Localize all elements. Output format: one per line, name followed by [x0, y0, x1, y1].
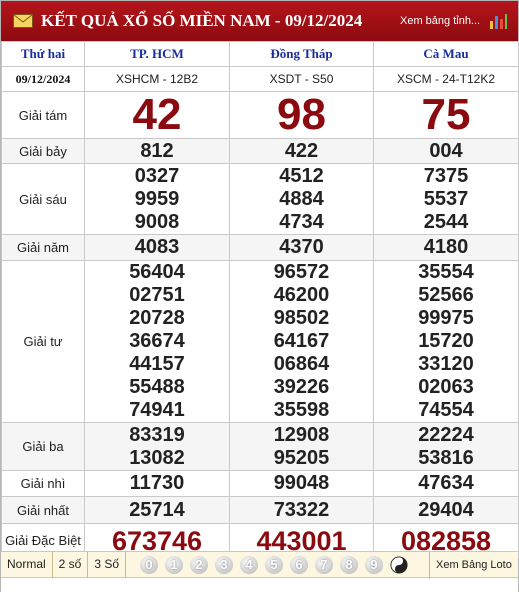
prize-4-value: 55488 — [129, 376, 185, 398]
prize-4-value: 64167 — [273, 330, 330, 352]
prize-7-value: 422 — [284, 139, 319, 162]
prize-4-value: 06864 — [273, 353, 330, 375]
prize-3-value: 12908 — [273, 423, 330, 446]
digit-button[interactable]: 4 — [240, 555, 259, 574]
digit-button[interactable]: 8 — [340, 555, 359, 574]
prize-6-value: 4884 — [279, 187, 324, 210]
prize-3-value: 22224 — [418, 423, 474, 446]
prize-4-value: 36674 — [129, 330, 185, 352]
prize-6-value: 0327 — [134, 164, 180, 187]
prize-1-value: 29404 — [418, 498, 474, 521]
page-title: KẾT QUẢ XỔ SỐ MIỀN NAM - 09/12/2024 — [41, 11, 363, 30]
prize-4-value: 39226 — [273, 376, 330, 398]
province-dong-thap[interactable]: Đồng Tháp — [229, 41, 374, 67]
digit-button[interactable]: 3 — [215, 555, 234, 574]
tab-2-digits[interactable]: 2 số — [53, 551, 89, 578]
prize-label: Giải sáu — [1, 163, 85, 235]
panel-header: KẾT QUẢ XỔ SỐ MIỀN NAM - 09/12/2024 Xem … — [1, 1, 518, 41]
prize-6-value: 9959 — [134, 187, 180, 210]
prize-8-value: 42 — [132, 90, 182, 139]
prize-4-value: 02063 — [418, 376, 474, 398]
display-options-bar: Normal 2 số 3 Số 0 1 2 3 4 5 6 7 8 9 Xem… — [1, 551, 518, 579]
prize-label: Giải bảy — [1, 138, 85, 164]
results-panel: KẾT QUẢ XỔ SỐ MIỀN NAM - 09/12/2024 Xem … — [0, 0, 519, 592]
mail-icon — [13, 14, 33, 28]
province-hcm[interactable]: TP. HCM — [84, 41, 230, 67]
prize-4-value: 74941 — [129, 399, 185, 421]
province-ca-mau[interactable]: Cà Mau — [373, 41, 519, 67]
prize-4-value: 44157 — [129, 353, 185, 375]
digit-button[interactable]: 5 — [265, 555, 284, 574]
prize-4-value: 52566 — [418, 284, 474, 306]
prize-4-value: 46200 — [273, 284, 330, 306]
digit-filter: 0 1 2 3 4 5 6 7 8 9 — [126, 555, 408, 574]
digit-button[interactable]: 6 — [290, 555, 309, 574]
prize-6-value: 5537 — [423, 187, 469, 210]
prize-4-value: 35554 — [418, 261, 474, 283]
prize-8-value: 98 — [277, 90, 326, 139]
digit-button[interactable]: 9 — [365, 555, 384, 574]
tab-normal[interactable]: Normal — [1, 551, 53, 578]
prize-4-value: 15720 — [418, 330, 474, 352]
prize-6-value: 4512 — [279, 164, 324, 187]
prize-label: Giải nhì — [1, 470, 85, 497]
prize-label: Giải tư — [1, 260, 85, 423]
draw-code: XSHCM - 12B2 — [84, 66, 230, 92]
prize-2-value: 99048 — [273, 472, 330, 494]
view-province-table-link[interactable]: Xem bảng tỉnh... — [400, 15, 480, 27]
prize-7-value: 004 — [429, 139, 463, 162]
results-table: Thứ hai TP. HCM Đồng Tháp Cà Mau 09/12/2… — [1, 41, 519, 558]
draw-code: XSDT - S50 — [229, 66, 374, 92]
prize-6-value: 7375 — [423, 164, 469, 187]
prize-3-value: 53816 — [418, 446, 474, 469]
prize-4-value: 02751 — [129, 284, 185, 306]
prize-6-value: 2544 — [423, 210, 469, 233]
draw-code: XSCM - 24-T12K2 — [373, 66, 519, 92]
digit-button[interactable]: 7 — [315, 555, 334, 574]
prize-3-value: 83319 — [129, 423, 185, 446]
prize-4-value: 35598 — [273, 399, 330, 421]
prize-label: Giải nhất — [1, 496, 85, 524]
prize-1-value: 73322 — [273, 498, 330, 521]
prize-label: Giải năm — [1, 234, 85, 261]
bottom-spacer — [1, 579, 518, 592]
prize-5-value: 4180 — [423, 236, 469, 258]
prize-8-value: 75 — [421, 90, 471, 139]
prize-label: Giải ba — [1, 422, 85, 471]
prize-6-value: 4734 — [279, 210, 324, 233]
view-loto-table-link[interactable]: Xem Bảng Loto — [429, 552, 512, 579]
prize-label: Giải tám — [1, 91, 85, 139]
prize-4-value: 98502 — [273, 307, 330, 329]
draw-date: 09/12/2024 — [1, 66, 85, 92]
bar-chart-icon[interactable] — [488, 12, 508, 30]
prize-4-value: 99975 — [418, 307, 474, 329]
prize-4-value: 96572 — [273, 261, 330, 283]
prize-4-value: 74554 — [418, 399, 474, 421]
tab-3-digits[interactable]: 3 Số — [88, 551, 127, 578]
prize-4-value: 56404 — [129, 261, 185, 283]
prize-4-value: 20728 — [129, 307, 185, 329]
prize-7-value: 812 — [140, 139, 174, 162]
prize-3-value: 95205 — [273, 446, 330, 469]
digit-button[interactable]: 2 — [190, 555, 209, 574]
digit-button[interactable]: 1 — [165, 555, 184, 574]
prize-2-value: 11730 — [129, 472, 185, 494]
digit-button[interactable]: 0 — [140, 555, 159, 574]
day-label: Thứ hai — [1, 41, 85, 67]
prize-6-value: 9008 — [134, 210, 180, 233]
yin-yang-icon[interactable] — [390, 555, 408, 574]
prize-5-value: 4083 — [134, 236, 180, 258]
prize-4-value: 33120 — [418, 353, 474, 375]
prize-5-value: 4370 — [279, 236, 324, 258]
prize-3-value: 13082 — [129, 446, 185, 469]
prize-1-value: 25714 — [129, 498, 185, 521]
prize-2-value: 47634 — [418, 472, 474, 494]
